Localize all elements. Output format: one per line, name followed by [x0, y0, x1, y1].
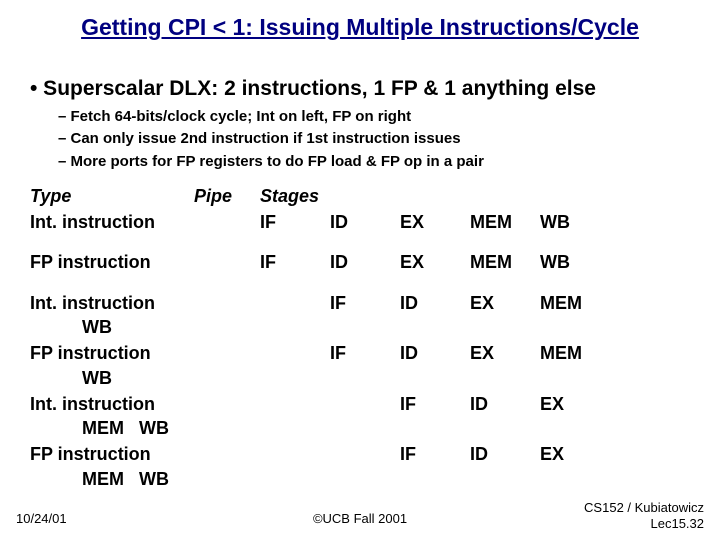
- pipeline-table: TypePipeStages Int. instructionIFIDEXMEM…: [30, 184, 690, 491]
- table-row: FP instructionIFIDEXMEMWB: [30, 250, 690, 274]
- table-row: Int. instructionIFIDEXMEM WB: [30, 291, 690, 340]
- header-pipe: Pipe: [194, 184, 260, 208]
- table-row: Int. instructionIFIDEXMEMWB: [30, 210, 690, 234]
- table-row: Int. instructionIFIDEX MEM WB: [30, 392, 690, 441]
- row-wrap: WB: [82, 315, 690, 339]
- slide: Getting CPI < 1: Issuing Multiple Instru…: [0, 0, 720, 540]
- sub-bullet: – Fetch 64-bits/clock cycle; Int on left…: [58, 107, 690, 127]
- row-type: Int. instruction: [30, 392, 194, 416]
- row-type: FP instruction: [30, 341, 194, 365]
- table-row: FP instructionIFIDEXMEM WB: [30, 341, 690, 390]
- main-bullet: • Superscalar DLX: 2 instructions, 1 FP …: [30, 77, 690, 101]
- footer-course: CS152 / Kubiatowicz Lec15.32: [584, 500, 704, 533]
- row-type: FP instruction: [30, 442, 194, 466]
- table-row: FP instructionIFIDEX MEM WB: [30, 442, 690, 491]
- row-wrap: WB: [82, 366, 690, 390]
- row-wrap: MEM WB: [82, 467, 690, 491]
- sub-bullet: – More ports for FP registers to do FP l…: [58, 152, 690, 172]
- row-type: FP instruction: [30, 250, 194, 274]
- table-header-row: TypePipeStages: [30, 184, 690, 208]
- row-type: Int. instruction: [30, 210, 194, 234]
- header-type: Type: [30, 184, 194, 208]
- row-type: Int. instruction: [30, 291, 194, 315]
- header-stages: Stages: [260, 186, 319, 206]
- sub-bullet: – Can only issue 2nd instruction if 1st …: [58, 129, 690, 149]
- row-wrap: MEM WB: [82, 416, 690, 440]
- slide-title: Getting CPI < 1: Issuing Multiple Instru…: [30, 14, 690, 41]
